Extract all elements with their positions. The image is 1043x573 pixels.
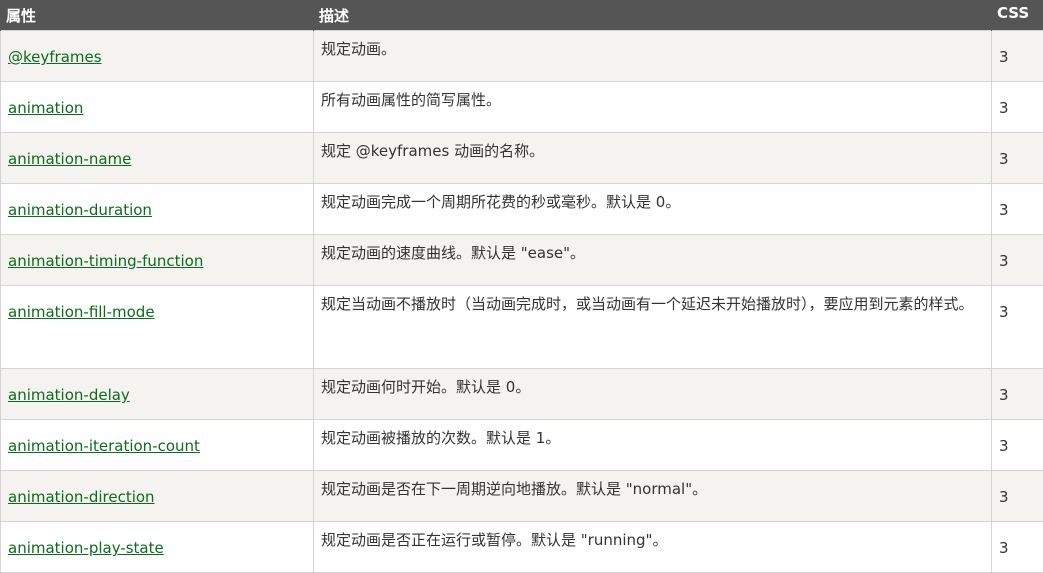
property-link[interactable]: animation — [8, 99, 83, 117]
property-link[interactable]: animation-duration — [8, 201, 152, 219]
table-row: animation 所有动画属性的简写属性。 3 — [1, 82, 1043, 133]
css-animation-reference-table: 属性 描述 CSS @keyframes 规定动画。 3 animation 所有动画属… — [0, 0, 1043, 573]
property-link[interactable]: animation-play-state — [8, 539, 164, 557]
header-description: 描述 — [314, 0, 992, 31]
css-version-value: 3 — [999, 143, 1009, 175]
property-cell: animation-name — [1, 133, 314, 184]
description-text: 所有动画属性的简写属性。 — [321, 84, 977, 116]
table-row: animation-iteration-count 规定动画被播放的次数。默认是 … — [1, 420, 1043, 471]
description-cell: 规定 @keyframes 动画的名称。 — [314, 133, 992, 184]
description-text: 规定动画的速度曲线。默认是 "ease"。 — [321, 237, 977, 269]
property-cell: animation-fill-mode — [1, 286, 314, 369]
css-version-value: 3 — [999, 245, 1009, 277]
description-text: 规定动画。 — [321, 33, 977, 65]
property-link[interactable]: animation-iteration-count — [8, 437, 200, 455]
property-cell: animation-timing-function — [1, 235, 314, 286]
css-version-cell: 3 — [992, 286, 1043, 369]
table-row: animation-delay 规定动画何时开始。默认是 0。 3 — [1, 369, 1043, 420]
property-cell: animation-iteration-count — [1, 420, 314, 471]
css-version-cell: 3 — [992, 522, 1043, 573]
property-link[interactable]: animation-name — [8, 150, 131, 168]
css-version-value: 3 — [999, 532, 1009, 564]
property-cell: animation-delay — [1, 369, 314, 420]
css-version-value: 3 — [999, 430, 1009, 462]
css-version-value: 3 — [999, 194, 1009, 226]
property-link[interactable]: animation-fill-mode — [8, 303, 155, 321]
description-cell: 所有动画属性的简写属性。 — [314, 82, 992, 133]
property-link[interactable]: animation-delay — [8, 386, 130, 404]
description-cell: 规定动画被播放的次数。默认是 1。 — [314, 420, 992, 471]
css-version-value: 3 — [999, 481, 1009, 513]
property-cell: animation-direction — [1, 471, 314, 522]
header-css-version: CSS — [992, 0, 1043, 31]
property-link[interactable]: @keyframes — [8, 48, 102, 66]
table-row: animation-direction 规定动画是否在下一周期逆向地播放。默认是 … — [1, 471, 1043, 522]
header-property: 属性 — [1, 0, 314, 31]
css-version-cell: 3 — [992, 420, 1043, 471]
table-row: animation-name 规定 @keyframes 动画的名称。 3 — [1, 133, 1043, 184]
property-cell: animation-play-state — [1, 522, 314, 573]
table-row: animation-duration 规定动画完成一个周期所花费的秒或毫秒。默认是… — [1, 184, 1043, 235]
description-text: 规定动画何时开始。默认是 0。 — [321, 371, 977, 403]
description-cell: 规定动画何时开始。默认是 0。 — [314, 369, 992, 420]
description-cell: 规定当动画不播放时（当动画完成时，或当动画有一个延迟未开始播放时），要应用到元素… — [314, 286, 992, 369]
description-text: 规定 @keyframes 动画的名称。 — [321, 135, 977, 167]
css-version-cell: 3 — [992, 31, 1043, 82]
description-text: 规定动画是否正在运行或暂停。默认是 "running"。 — [321, 524, 977, 556]
property-link[interactable]: animation-direction — [8, 488, 155, 506]
css-version-cell: 3 — [992, 133, 1043, 184]
description-cell: 规定动画。 — [314, 31, 992, 82]
property-cell: @keyframes — [1, 31, 314, 82]
description-text: 规定当动画不播放时（当动画完成时，或当动画有一个延迟未开始播放时），要应用到元素… — [321, 288, 977, 320]
table-row: animation-fill-mode 规定当动画不播放时（当动画完成时，或当动画… — [1, 286, 1043, 369]
table-row: animation-play-state 规定动画是否正在运行或暂停。默认是 "r… — [1, 522, 1043, 573]
css-version-value: 3 — [999, 379, 1009, 411]
css-version-cell: 3 — [992, 235, 1043, 286]
description-text: 规定动画被播放的次数。默认是 1。 — [321, 422, 977, 454]
description-cell: 规定动画完成一个周期所花费的秒或毫秒。默认是 0。 — [314, 184, 992, 235]
description-text: 规定动画完成一个周期所花费的秒或毫秒。默认是 0。 — [321, 186, 977, 218]
css-version-cell: 3 — [992, 82, 1043, 133]
css-version-value: 3 — [999, 296, 1009, 328]
description-cell: 规定动画是否在下一周期逆向地播放。默认是 "normal"。 — [314, 471, 992, 522]
table-row: @keyframes 规定动画。 3 — [1, 31, 1043, 82]
css-version-cell: 3 — [992, 471, 1043, 522]
table-header-row: 属性 描述 CSS — [1, 0, 1043, 31]
property-cell: animation-duration — [1, 184, 314, 235]
property-cell: animation — [1, 82, 314, 133]
description-text: 规定动画是否在下一周期逆向地播放。默认是 "normal"。 — [321, 473, 977, 505]
css-version-value: 3 — [999, 41, 1009, 73]
property-link[interactable]: animation-timing-function — [8, 252, 203, 270]
css-version-cell: 3 — [992, 369, 1043, 420]
css-version-value: 3 — [999, 92, 1009, 124]
description-cell: 规定动画是否正在运行或暂停。默认是 "running"。 — [314, 522, 992, 573]
description-cell: 规定动画的速度曲线。默认是 "ease"。 — [314, 235, 992, 286]
table-row: animation-timing-function 规定动画的速度曲线。默认是 "… — [1, 235, 1043, 286]
css-version-cell: 3 — [992, 184, 1043, 235]
